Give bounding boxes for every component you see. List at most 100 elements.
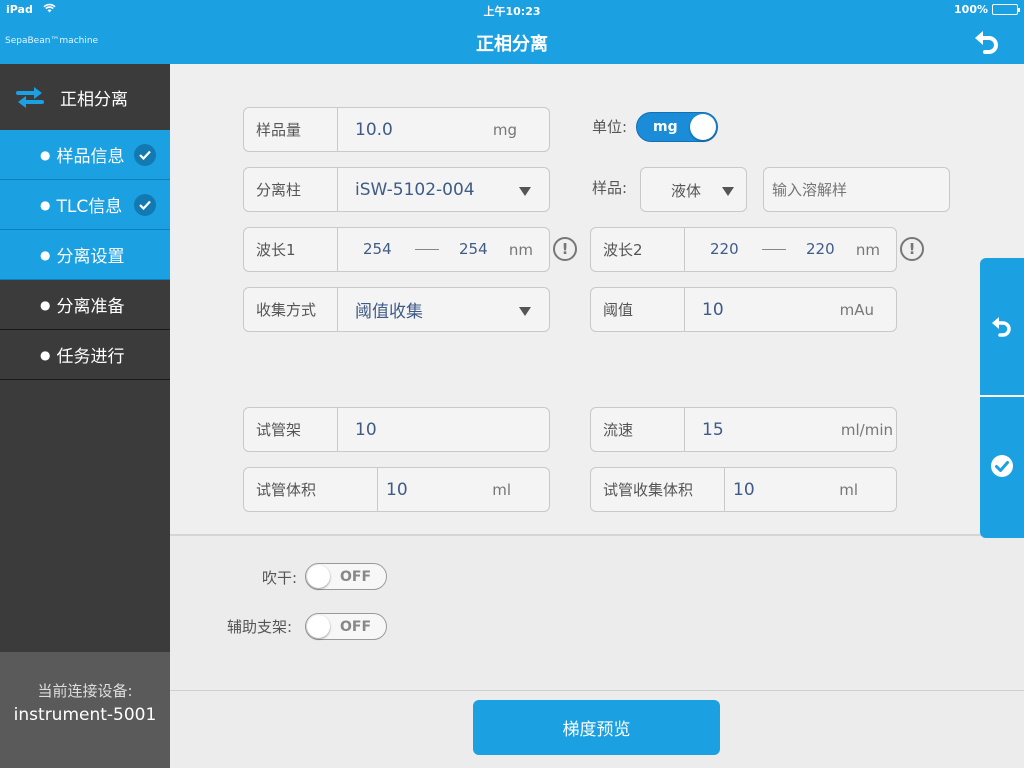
dry-toggle[interactable]: OFF — [305, 563, 387, 590]
info-icon[interactable]: ! — [553, 237, 577, 261]
toggle-knob — [307, 565, 330, 588]
device-label: 当前连接设备: — [37, 682, 133, 700]
dropdown-arrow-icon — [519, 307, 531, 316]
sample-amount-unit: mg — [492, 120, 517, 139]
flow-rate-unit: ml/min — [840, 420, 893, 439]
undo-icon — [992, 316, 1011, 337]
sidebar-item-tlc-info[interactable]: ● TLC信息 — [0, 180, 170, 230]
sample-amount-field[interactable]: 样品量 10.0 mg — [243, 107, 550, 152]
range-dash — [762, 249, 786, 250]
wavelength1-from: 254 — [363, 240, 392, 258]
back-arrow-icon — [975, 31, 998, 54]
threshold-field[interactable]: 阈值 10 mAu — [590, 287, 897, 332]
wavelength1-unit: nm — [508, 240, 533, 259]
toggle-knob — [690, 114, 716, 140]
threshold-label: 阈值 — [591, 288, 685, 331]
check-icon — [134, 194, 156, 216]
aux-rack-label: 辅助支架: — [227, 618, 293, 636]
check-circle-icon — [991, 454, 1013, 477]
rack-value: 10 — [355, 419, 377, 440]
tube-volume-value: 10 — [386, 479, 408, 500]
dropdown-arrow-icon — [519, 187, 531, 196]
bullet-icon: ● — [40, 297, 51, 312]
collect-mode-label: 收集方式 — [244, 288, 338, 331]
wavelength2-label: 波长2 — [591, 228, 685, 271]
sidebar-item-sample-info[interactable]: ● 样品信息 — [0, 130, 170, 180]
flow-rate-label: 流速 — [591, 408, 685, 451]
collect-volume-label: 试管收集体积 — [591, 468, 725, 511]
wavelength1-to: 254 — [459, 240, 488, 258]
flow-rate-value: 15 — [702, 419, 724, 440]
wavelength2-from: 220 — [710, 240, 739, 258]
sidebar-item-label: 任务进行 — [56, 347, 125, 367]
sidebar-item-task-progress[interactable]: ● 任务进行 — [0, 330, 170, 380]
status-battery: 100% — [954, 3, 1020, 16]
check-icon — [134, 144, 156, 166]
wavelength2-field[interactable]: 波长2 220 220 nm — [590, 227, 897, 272]
sample-type-value: 液体 — [671, 182, 702, 200]
status-time: 上午10:23 — [483, 5, 541, 18]
tube-volume-label: 试管体积 — [244, 468, 378, 511]
unit-toggle-text: mg — [653, 119, 678, 135]
collect-volume-value: 10 — [733, 479, 755, 500]
sidebar-item-label: TLC信息 — [56, 197, 123, 217]
threshold-value: 10 — [702, 299, 724, 320]
toggle-knob — [307, 615, 330, 638]
column-label: 分离柱 — [244, 168, 338, 211]
sidebar: 正相分离 ● 样品信息 ● TLC信息 ● 分离设置 ● 分离准备 ● 任务进行… — [0, 64, 170, 768]
range-dash — [415, 249, 439, 250]
swap-icon — [16, 87, 44, 108]
sidebar-title: 正相分离 — [60, 89, 128, 110]
tube-volume-unit: ml — [492, 480, 511, 499]
side-action-bar — [980, 258, 1024, 538]
wavelength1-label: 波长1 — [244, 228, 338, 271]
top-bar: iPad 上午10:23 100% SepaBean™machine 正相分离 — [0, 0, 1024, 64]
dropdown-arrow-icon — [722, 187, 734, 196]
wavelength1-field[interactable]: 波长1 254 254 nm — [243, 227, 550, 272]
aux-rack-toggle-text: OFF — [340, 619, 372, 635]
solvent-input[interactable] — [763, 167, 950, 212]
unit-toggle[interactable]: mg — [636, 112, 718, 142]
device-name: instrument-5001 — [13, 705, 157, 725]
aux-rack-toggle[interactable]: OFF — [305, 613, 387, 640]
dry-label: 吹干: — [262, 569, 298, 587]
sidebar-item-separation-prep[interactable]: ● 分离准备 — [0, 280, 170, 330]
wavelength2-unit: nm — [855, 240, 880, 259]
sidebar-item-label: 分离准备 — [56, 297, 125, 317]
undo-button[interactable] — [980, 258, 1024, 395]
sample-amount-label: 样品量 — [244, 108, 338, 151]
sample-amount-value: 10.0 — [355, 119, 393, 140]
wavelength2-to: 220 — [806, 240, 835, 258]
collect-volume-unit: ml — [839, 480, 858, 499]
rack-field[interactable]: 试管架 10 — [243, 407, 550, 452]
sidebar-item-label: 分离设置 — [56, 247, 125, 267]
collect-mode-value: 阈值收集 — [355, 302, 423, 322]
back-button[interactable] — [972, 27, 1002, 57]
footer-divider — [170, 690, 1024, 691]
info-icon[interactable]: ! — [900, 237, 924, 261]
column-value: iSW-5102-004 — [355, 179, 475, 200]
sidebar-item-label: 样品信息 — [56, 147, 125, 167]
unit-label: 单位: — [592, 118, 628, 136]
flow-rate-field[interactable]: 流速 15 ml/min — [590, 407, 897, 452]
dry-toggle-text: OFF — [340, 569, 372, 585]
connected-device-panel: 当前连接设备: instrument-5001 — [0, 652, 170, 768]
bullet-icon: ● — [40, 247, 51, 262]
collect-mode-select[interactable]: 收集方式 阈值收集 — [243, 287, 550, 332]
collect-volume-field[interactable]: 试管收集体积 10 ml — [590, 467, 897, 512]
sample-type-label: 样品: — [592, 179, 628, 197]
bullet-icon: ● — [40, 147, 51, 162]
tube-volume-field[interactable]: 试管体积 10 ml — [243, 467, 550, 512]
sidebar-header: 正相分离 — [0, 64, 170, 130]
threshold-unit: mAu — [839, 300, 874, 319]
sidebar-item-separation-settings[interactable]: ● 分离设置 — [0, 230, 170, 280]
rack-label: 试管架 — [244, 408, 338, 451]
battery-percent: 100% — [954, 3, 988, 16]
bullet-icon: ● — [40, 347, 51, 362]
sample-type-select[interactable]: 液体 — [640, 167, 747, 212]
battery-icon — [992, 4, 1020, 15]
page-title: 正相分离 — [476, 34, 548, 55]
gradient-preview-button[interactable]: 梯度预览 — [473, 700, 720, 755]
confirm-button[interactable] — [980, 397, 1024, 534]
column-select[interactable]: 分离柱 iSW-5102-004 — [243, 167, 550, 212]
